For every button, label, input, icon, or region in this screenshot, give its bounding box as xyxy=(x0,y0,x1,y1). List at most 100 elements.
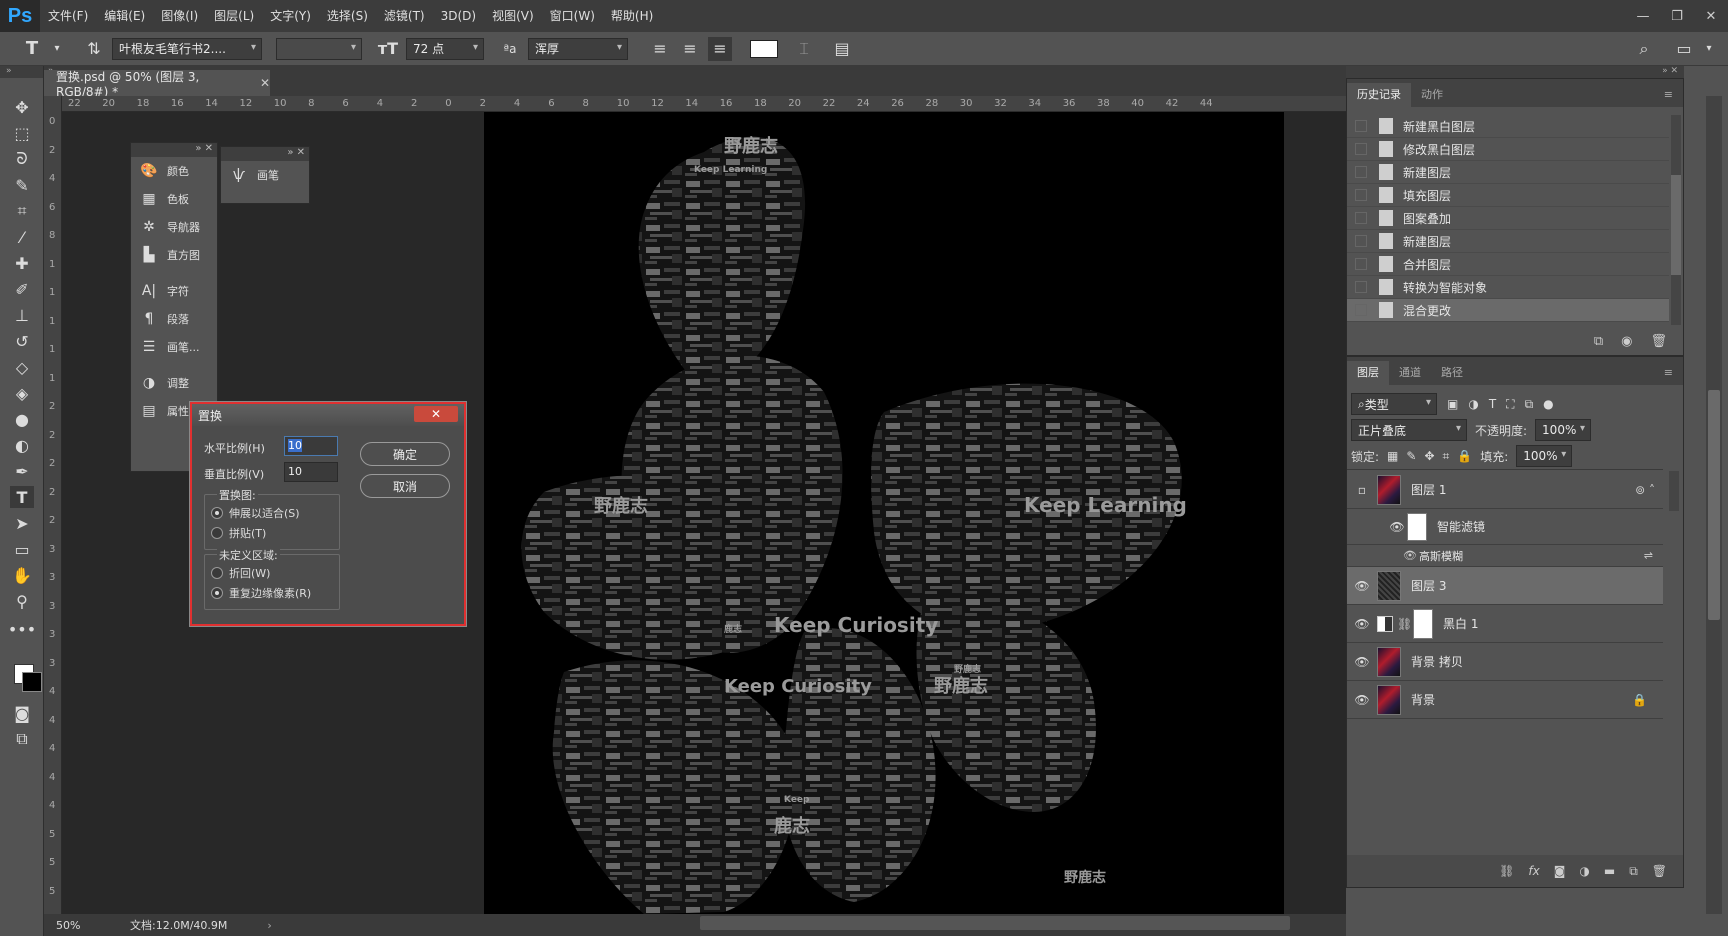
dialog-titlebar[interactable]: 置换 ✕ xyxy=(192,404,464,426)
right-dock-scroll-thumb[interactable] xyxy=(1708,390,1720,620)
filter-type-icon[interactable]: T xyxy=(1489,397,1496,411)
tile-radio[interactable]: 拼贴(T) xyxy=(211,523,266,543)
dock-item-histogram[interactable]: ▙ 直方图 xyxy=(131,241,217,269)
dock-item-brush-presets[interactable]: ☰ 画笔... xyxy=(131,333,217,361)
layer-row-layer1[interactable]: ▫ 图层 1 ⊚ ˄ xyxy=(1347,471,1663,509)
wrap-around-radio[interactable]: 折回(W) xyxy=(211,563,270,583)
history-item[interactable]: 修改黑白图层 xyxy=(1347,138,1669,161)
quick-mask-icon[interactable]: ◙ xyxy=(10,702,34,724)
history-source-checkbox[interactable] xyxy=(1355,235,1367,247)
lock-position-icon[interactable]: ✥ xyxy=(1424,449,1434,463)
menu-item[interactable]: 图层(L) xyxy=(206,0,262,32)
menu-item[interactable]: 窗口(W) xyxy=(542,0,603,32)
layers-scrollbar[interactable] xyxy=(1669,471,1679,511)
status-menu-arrow-icon[interactable]: › xyxy=(267,919,271,932)
new-group-icon[interactable]: ▬ xyxy=(1604,864,1615,878)
text-orientation-icon[interactable]: ⇅ xyxy=(82,37,106,61)
history-item[interactable]: 新建图层 xyxy=(1347,230,1669,253)
menu-item[interactable]: 3D(D) xyxy=(433,0,484,32)
dock-item-navigator[interactable]: ✲ 导航器 xyxy=(131,213,217,241)
eyedropper-tool-icon[interactable]: ⁄ xyxy=(10,226,34,248)
tab-actions[interactable]: 动作 xyxy=(1411,83,1453,107)
background-color-swatch[interactable] xyxy=(22,672,42,692)
brush-tool-icon[interactable]: ✐ xyxy=(10,278,34,300)
opacity-input[interactable]: 100% ▾ xyxy=(1535,419,1592,441)
delete-state-icon[interactable]: 🗑 xyxy=(1650,334,1667,349)
pen-tool-icon[interactable]: ✒ xyxy=(10,460,34,482)
history-source-checkbox[interactable] xyxy=(1355,258,1367,270)
healing-brush-tool-icon[interactable]: ✚ xyxy=(10,252,34,274)
new-snapshot-icon[interactable]: ◉ xyxy=(1621,334,1632,349)
dialog-close-button[interactable]: ✕ xyxy=(414,406,458,422)
dock-item-palette[interactable]: 🎨 颜色 xyxy=(131,157,217,185)
chevron-down-icon[interactable]: ▾ xyxy=(50,37,64,61)
screen-mode-icon[interactable]: ⧉ xyxy=(10,728,34,750)
history-source-checkbox[interactable] xyxy=(1355,189,1367,201)
history-item[interactable]: 新建黑白图层 xyxy=(1347,115,1669,138)
dock-header[interactable]: » ✕ xyxy=(131,143,217,157)
tab-channels[interactable]: 通道 xyxy=(1389,361,1431,385)
quick-select-tool-icon[interactable]: ✎ xyxy=(10,174,34,196)
toolbar-grip[interactable]: » xyxy=(0,66,43,78)
character-panel-icon[interactable]: ▤ xyxy=(830,37,854,61)
visibility-icon[interactable]: 👁 xyxy=(1347,579,1377,593)
text-color-swatch[interactable] xyxy=(750,39,778,58)
font-style-select[interactable]: ▾ xyxy=(276,37,362,60)
lock-transparent-icon[interactable]: ▦ xyxy=(1387,449,1398,463)
dock-item-paragraph[interactable]: ¶ 段落 xyxy=(131,305,217,333)
add-mask-icon[interactable]: ◙ xyxy=(1554,864,1566,878)
font-size-select[interactable]: 72 点 ▾ xyxy=(406,37,484,60)
history-source-checkbox[interactable] xyxy=(1355,143,1367,155)
history-item[interactable]: 图案叠加 xyxy=(1347,207,1669,230)
menu-item[interactable]: 文件(F) xyxy=(40,0,96,32)
antialias-select[interactable]: 浑厚 ▾ xyxy=(528,37,628,60)
close-window-button[interactable]: ✕ xyxy=(1694,9,1728,24)
font-family-select[interactable]: 叶根友毛笔行书2.... ▾ xyxy=(112,37,262,60)
marquee-tool-icon[interactable]: ⬚ xyxy=(10,122,34,144)
new-layer-icon[interactable]: ⧉ xyxy=(1629,864,1638,879)
visibility-icon[interactable]: 👁 xyxy=(1347,655,1377,669)
layer-row-background[interactable]: 👁 背景 🔒 xyxy=(1347,681,1663,719)
vertical-scale-input[interactable]: 10 xyxy=(284,462,338,482)
history-source-checkbox[interactable] xyxy=(1355,166,1367,178)
text-tool-icon[interactable]: T xyxy=(20,37,44,61)
path-select-tool-icon[interactable]: ➤ xyxy=(10,512,34,534)
filter-pixel-icon[interactable]: ▣ xyxy=(1447,397,1458,411)
type-tool-icon[interactable]: T xyxy=(10,486,34,508)
history-brush-tool-icon[interactable]: ↺ xyxy=(10,330,34,352)
visibility-icon[interactable]: 👁 xyxy=(1387,520,1407,534)
blend-mode-select[interactable]: 正片叠底 ▾ xyxy=(1351,419,1467,441)
stamp-tool-icon[interactable]: ⊥ xyxy=(10,304,34,326)
layer-filter-select[interactable]: ⌕ 类型 ▾ xyxy=(1351,393,1437,415)
history-item[interactable]: 合并图层 xyxy=(1347,253,1669,276)
history-source-checkbox[interactable] xyxy=(1355,304,1367,316)
align-center-icon[interactable]: ≡ xyxy=(678,37,702,61)
new-adjustment-icon[interactable]: ◑ xyxy=(1579,864,1589,878)
horizontal-scale-input[interactable]: 10 xyxy=(284,436,338,456)
menu-item[interactable]: 选择(S) xyxy=(319,0,376,32)
stretch-to-fit-radio[interactable]: 伸展以适合(S) xyxy=(211,503,300,523)
hand-tool-icon[interactable]: ✋ xyxy=(10,564,34,586)
filter-toggle-icon[interactable]: ● xyxy=(1543,397,1553,411)
align-right-icon[interactable]: ≡ xyxy=(708,36,732,61)
align-left-icon[interactable]: ≡ xyxy=(648,37,672,61)
dodge-tool-icon[interactable]: ◐ xyxy=(10,434,34,456)
menu-item[interactable]: 视图(V) xyxy=(484,0,542,32)
menu-item[interactable]: 图像(I) xyxy=(153,0,206,32)
search-icon[interactable]: ⌕ xyxy=(1632,37,1656,61)
right-dock-header[interactable]: » ✕ xyxy=(1346,66,1684,78)
tab-history[interactable]: 历史记录 xyxy=(1347,83,1411,107)
dock-header[interactable]: » ✕ xyxy=(221,147,309,161)
document-tab[interactable]: 置换.psd @ 50% (图层 3, RGB/8#) * ✕ xyxy=(44,70,270,99)
paint-bucket-tool-icon[interactable]: ◈ xyxy=(10,382,34,404)
layer-row-gaussian-blur[interactable]: 👁 高斯模糊 ⇌ xyxy=(1347,545,1663,567)
tab-layers[interactable]: 图层 xyxy=(1347,361,1389,385)
eraser-tool-icon[interactable]: ◇ xyxy=(10,356,34,378)
cancel-button[interactable]: 取消 xyxy=(360,474,450,498)
dock-item-character[interactable]: A| 字符 xyxy=(131,277,217,305)
filter-options-icon[interactable]: ⇌ xyxy=(1644,549,1653,562)
minimize-button[interactable]: — xyxy=(1626,9,1660,24)
ok-button[interactable]: 确定 xyxy=(360,442,450,466)
lock-all-icon[interactable]: 🔒 xyxy=(1457,449,1472,463)
document-info[interactable]: 文档:12.0M/40.9M xyxy=(130,917,227,933)
